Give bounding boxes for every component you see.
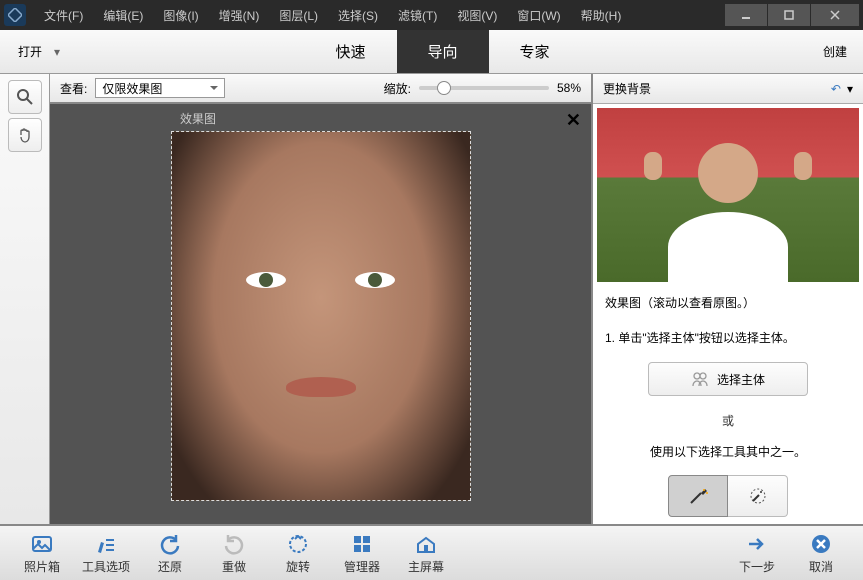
preview-caption: 效果图（滚动以查看原图。）	[593, 286, 863, 321]
view-dropdown[interactable]: 仅限效果图	[95, 78, 225, 98]
menu-item[interactable]: 增强(N)	[209, 0, 270, 30]
menu-item[interactable]: 图像(I)	[153, 0, 208, 30]
menu-item[interactable]: 窗口(W)	[507, 0, 570, 30]
choose-tool-text: 使用以下选择工具其中之一。	[593, 435, 863, 470]
chevron-down-icon: ▾	[54, 45, 60, 59]
panel-title: 更换背景	[603, 80, 651, 97]
close-preview-icon[interactable]: ✕	[566, 110, 581, 131]
view-label: 查看:	[60, 80, 87, 97]
create-button[interactable]: 创建	[807, 30, 863, 73]
example-preview[interactable]	[597, 108, 859, 282]
step-1-text: 1. 单击"选择主体"按钮以选择主体。	[593, 321, 863, 356]
tool-options-button[interactable]: 工具选项	[74, 532, 138, 575]
zoom-tool[interactable]	[8, 80, 42, 114]
menu-item[interactable]: 文件(F)	[34, 0, 93, 30]
menu-item[interactable]: 图层(L)	[269, 0, 328, 30]
menubar: 文件(F)编辑(E)图像(I)增强(N)图层(L)选择(S)滤镜(T)视图(V)…	[0, 0, 863, 30]
organizer-icon	[350, 532, 374, 556]
image-preview[interactable]	[171, 131, 471, 501]
or-text: 或	[593, 402, 863, 435]
zoom-label: 缩放:	[384, 80, 411, 97]
panel-header: 更换背景 ↶ ▾	[593, 74, 863, 104]
hand-tool[interactable]	[8, 118, 42, 152]
menu-item[interactable]: 选择(S)	[328, 0, 388, 30]
undo-icon[interactable]: ↶	[831, 82, 841, 96]
mode-bar: 打开 ▾ 快速导向专家 创建	[0, 30, 863, 74]
rotate-icon	[286, 532, 310, 556]
create-label: 创建	[823, 43, 847, 60]
menu-item[interactable]: 帮助(H)	[571, 0, 632, 30]
canvas-title: 效果图	[180, 104, 216, 131]
people-icon	[691, 371, 709, 387]
mode-tab-快速[interactable]: 快速	[305, 30, 397, 73]
maximize-button[interactable]	[768, 4, 810, 26]
zoom-slider-thumb[interactable]	[437, 81, 451, 95]
open-label: 打开	[18, 43, 42, 60]
reset-icon[interactable]: ▾	[847, 82, 853, 96]
canvas-area: 效果图 ✕	[50, 104, 591, 524]
zoom-value: 58%	[557, 81, 581, 95]
undo-button[interactable]: 还原	[138, 532, 202, 575]
left-toolbar	[0, 74, 50, 524]
window-controls	[724, 4, 859, 26]
menu-item[interactable]: 滤镜(T)	[388, 0, 447, 30]
bottom-bar: 照片箱工具选项还原重做旋转管理器主屏幕 下一步 取消	[0, 524, 863, 580]
organizer-button[interactable]: 管理器	[330, 532, 394, 575]
app-logo	[4, 4, 26, 26]
options-bar: 查看: 仅限效果图 缩放: 58%	[50, 74, 591, 104]
quick-select-tool[interactable]	[668, 475, 728, 517]
mode-tab-专家[interactable]: 专家	[489, 30, 581, 73]
close-button[interactable]	[811, 4, 859, 26]
photo-bin-button[interactable]: 照片箱	[10, 532, 74, 575]
open-button[interactable]: 打开 ▾	[0, 30, 78, 73]
home-button[interactable]: 主屏幕	[394, 532, 458, 575]
right-panel: 更换背景 ↶ ▾ 效果图（滚动以查看原图。） 1. 单击"选择主体"按钮以选择主…	[591, 74, 863, 524]
rotate-button[interactable]: 旋转	[266, 532, 330, 575]
tool-choices	[593, 471, 863, 517]
tool-options-icon	[94, 532, 118, 556]
minimize-button[interactable]	[725, 4, 767, 26]
mode-tab-导向[interactable]: 导向	[397, 30, 489, 73]
magic-wand-tool[interactable]	[728, 475, 788, 517]
cancel-button[interactable]: 取消	[789, 532, 853, 575]
zoom-slider[interactable]	[419, 86, 549, 90]
redo-button[interactable]: 重做	[202, 532, 266, 575]
redo-icon	[222, 532, 246, 556]
next-button[interactable]: 下一步	[725, 532, 789, 575]
menu-item[interactable]: 编辑(E)	[93, 0, 153, 30]
menu-item[interactable]: 视图(V)	[447, 0, 507, 30]
undo-icon	[158, 532, 182, 556]
select-subject-button[interactable]: 选择主体	[648, 362, 808, 396]
photo-bin-icon	[30, 532, 54, 556]
home-icon	[414, 532, 438, 556]
